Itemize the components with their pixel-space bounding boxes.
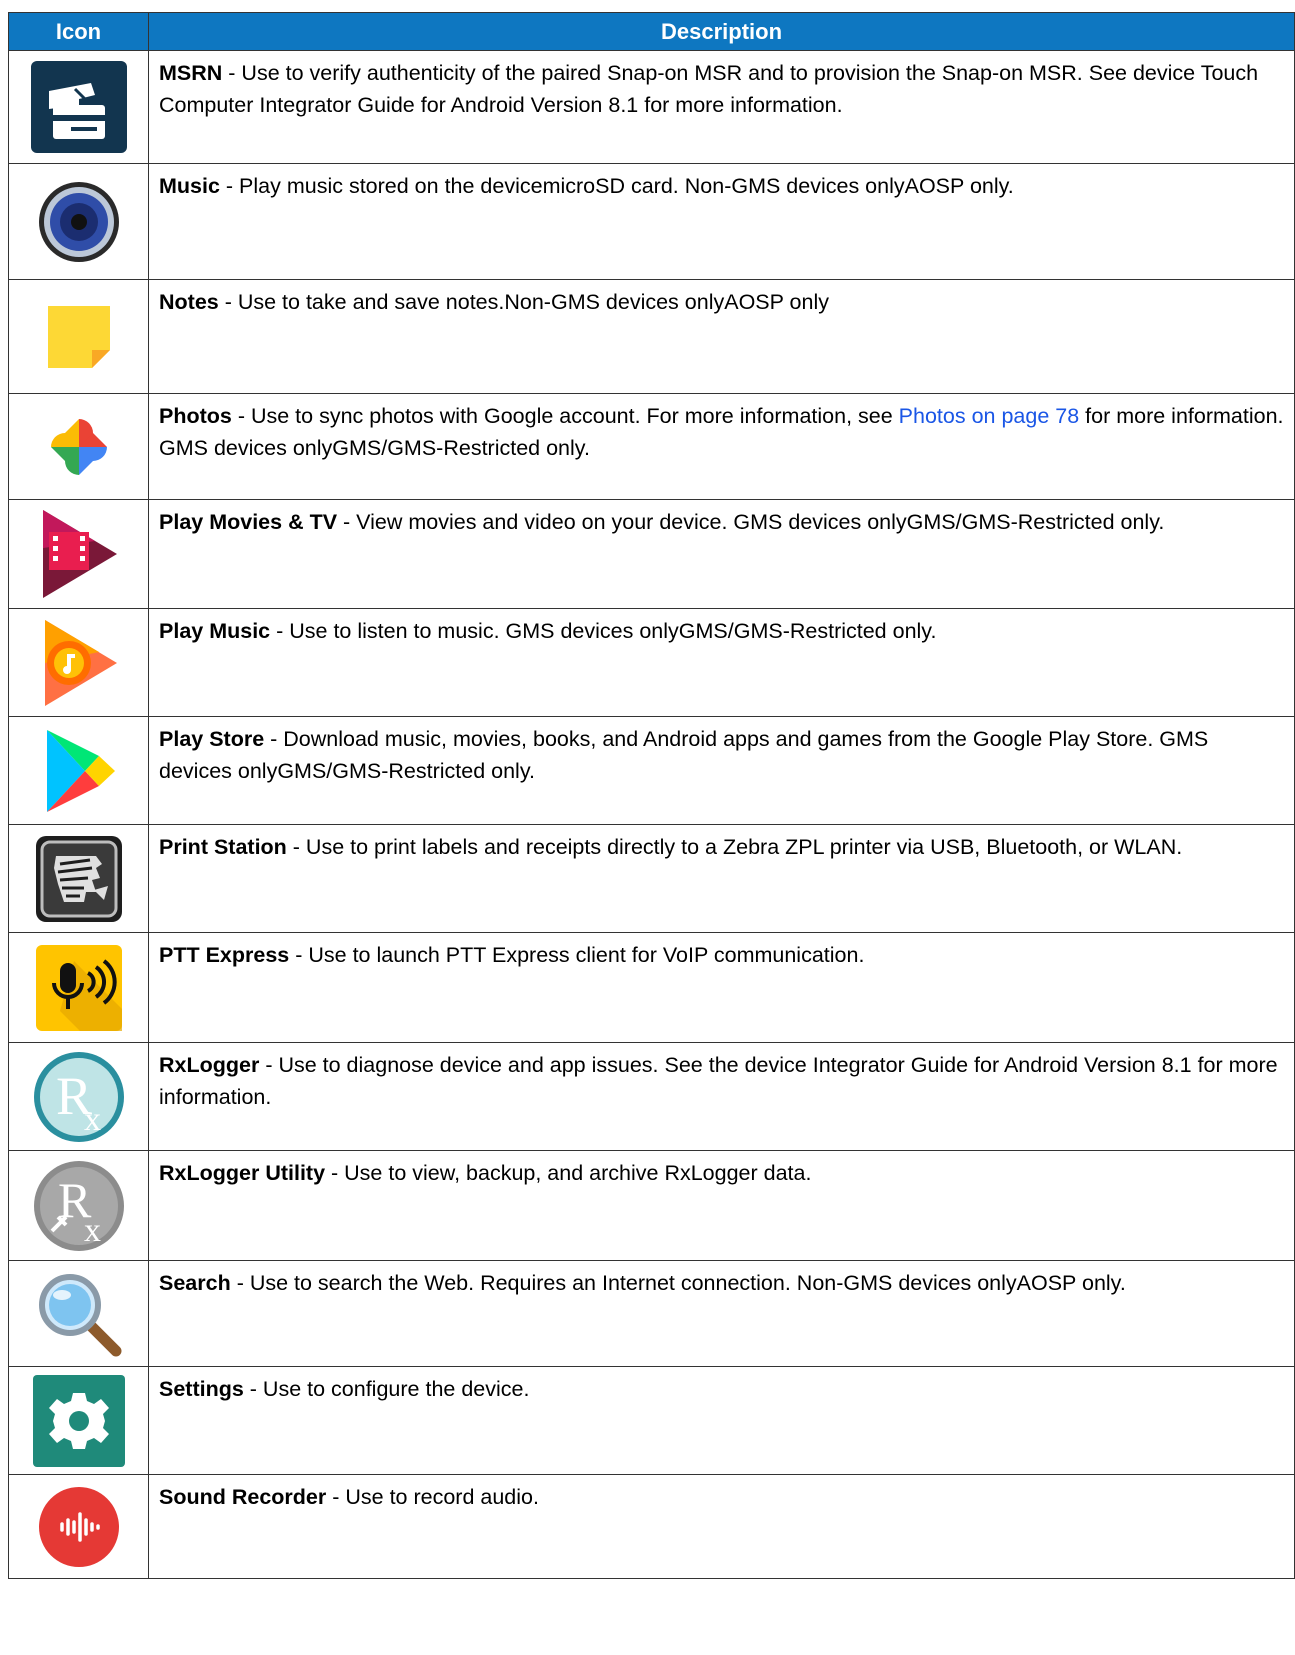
table-row: PTT Express - Use to launch PTT Express …: [8, 932, 1295, 1043]
description-cell: Settings - Use to configure the device.: [148, 1366, 1295, 1475]
icon-cell: [8, 499, 149, 609]
settings-gear-icon: [31, 1373, 127, 1469]
icon-cell: [8, 932, 149, 1043]
icon-cell: [8, 393, 149, 500]
icon-cell: [8, 1474, 149, 1579]
app-name: Music: [159, 174, 220, 198]
icon-cell: R x: [8, 1042, 149, 1151]
photos-page-link[interactable]: Photos on page 78: [899, 404, 1080, 428]
icon-cell: [8, 163, 149, 280]
table-row: Settings - Use to configure the device.: [8, 1366, 1295, 1475]
icon-cell: [8, 1260, 149, 1367]
photos-pinwheel-icon: [31, 399, 127, 495]
app-description: - Use to listen to music. GMS devices on…: [270, 619, 937, 643]
table-row: R x RxLogger - Use to diagnose device an…: [8, 1042, 1295, 1151]
notes-icon: [31, 289, 127, 385]
sound-recorder-icon: [31, 1479, 127, 1575]
table-row: R x RxLogger Utility - Use to view, back…: [8, 1150, 1295, 1261]
app-name: Play Music: [159, 619, 271, 643]
app-description: - Use to configure the device.: [243, 1377, 530, 1401]
ptt-express-icon: [31, 940, 127, 1036]
icon-cell: R x: [8, 1150, 149, 1261]
description-cell: RxLogger - Use to diagnose device and ap…: [148, 1042, 1295, 1151]
table-row: Print Station - Use to print labels and …: [8, 824, 1295, 933]
description-cell: Print Station - Use to print labels and …: [148, 824, 1295, 933]
table-row: Sound Recorder - Use to record audio.: [8, 1474, 1295, 1579]
zebra-print-station-icon: [31, 831, 127, 927]
description-cell: MSRN - Use to verify authenticity of the…: [148, 50, 1295, 164]
rxlogger-utility-icon: R x: [31, 1158, 127, 1254]
app-description: - Use to take and save notes.Non-GMS dev…: [218, 290, 829, 314]
icon-cell: [8, 50, 149, 164]
play-store-icon: [31, 723, 127, 819]
app-name: Settings: [159, 1377, 244, 1401]
app-description: - Use to search the Web. Requires an Int…: [230, 1271, 1126, 1295]
app-description: - Use to launch PTT Express client for V…: [289, 943, 865, 967]
app-description: - Use to diagnose device and app issues.…: [159, 1053, 1278, 1109]
app-name: RxLogger Utility: [159, 1161, 326, 1185]
icon-cell: [8, 1366, 149, 1475]
description-cell: Play Music - Use to listen to music. GMS…: [148, 608, 1295, 717]
app-description: - View movies and video on your device. …: [337, 510, 1165, 534]
app-description: - Use to view, backup, and archive RxLog…: [325, 1161, 812, 1185]
rx-sub-letter: x: [84, 1212, 101, 1249]
icon-cell: [8, 608, 149, 717]
msrn-icon: [30, 59, 127, 155]
app-name: Search: [159, 1271, 231, 1295]
table-row: Play Movies & TV - View movies and video…: [8, 499, 1295, 609]
table-row: Notes - Use to take and save notes.Non-G…: [8, 279, 1295, 394]
app-description: - Use to record audio.: [326, 1485, 539, 1509]
description-cell: Play Store - Download music, movies, boo…: [148, 716, 1295, 825]
app-name: MSRN: [159, 61, 223, 85]
app-name: Notes: [159, 290, 219, 314]
app-icons-table: Icon Description MSRN - Use to verify au…: [8, 12, 1295, 1579]
rxlogger-icon: R x: [31, 1049, 127, 1145]
app-name: PTT Express: [159, 943, 290, 967]
table-header-row: Icon Description: [8, 12, 1295, 51]
app-description: - Use to print labels and receipts direc…: [286, 835, 1183, 859]
app-name: Print Station: [159, 835, 287, 859]
icon-cell: [8, 279, 149, 394]
table-row: Play Music - Use to listen to music. GMS…: [8, 608, 1295, 717]
app-name: RxLogger: [159, 1053, 260, 1077]
table-row: Play Store - Download music, movies, boo…: [8, 716, 1295, 825]
app-description: - Play music stored on the devicemicroSD…: [219, 174, 1014, 198]
column-header-description: Description: [148, 12, 1295, 51]
table-row: MSRN - Use to verify authenticity of the…: [8, 50, 1295, 164]
table-row: Music - Play music stored on the devicem…: [8, 163, 1295, 280]
icon-cell: [8, 716, 149, 825]
app-name: Photos: [159, 404, 232, 428]
description-cell: Sound Recorder - Use to record audio.: [148, 1474, 1295, 1579]
description-cell: Music - Play music stored on the devicem…: [148, 163, 1295, 280]
search-magnifier-icon: [31, 1266, 127, 1362]
table-row: Photos - Use to sync photos with Google …: [8, 393, 1295, 500]
app-description: - Use to sync photos with Google account…: [231, 404, 899, 428]
play-movies-icon: [31, 506, 127, 602]
description-cell: Notes - Use to take and save notes.Non-G…: [148, 279, 1295, 394]
music-speaker-icon: [31, 174, 127, 270]
app-name: Sound Recorder: [159, 1485, 327, 1509]
description-cell: Play Movies & TV - View movies and video…: [148, 499, 1295, 609]
play-music-icon: [31, 615, 127, 711]
description-cell: PTT Express - Use to launch PTT Express …: [148, 932, 1295, 1043]
app-description: - Download music, movies, books, and And…: [159, 727, 1209, 783]
app-name: Play Store: [159, 727, 265, 751]
app-description: - Use to verify authenticity of the pair…: [159, 61, 1259, 117]
app-name: Play Movies & TV: [159, 510, 338, 534]
description-cell: Search - Use to search the Web. Requires…: [148, 1260, 1295, 1367]
icon-cell: [8, 824, 149, 933]
column-header-icon: Icon: [8, 12, 149, 51]
description-cell: RxLogger Utility - Use to view, backup, …: [148, 1150, 1295, 1261]
description-cell: Photos - Use to sync photos with Google …: [148, 393, 1295, 500]
table-row: Search - Use to search the Web. Requires…: [8, 1260, 1295, 1367]
rx-sub-letter: x: [84, 1101, 101, 1138]
